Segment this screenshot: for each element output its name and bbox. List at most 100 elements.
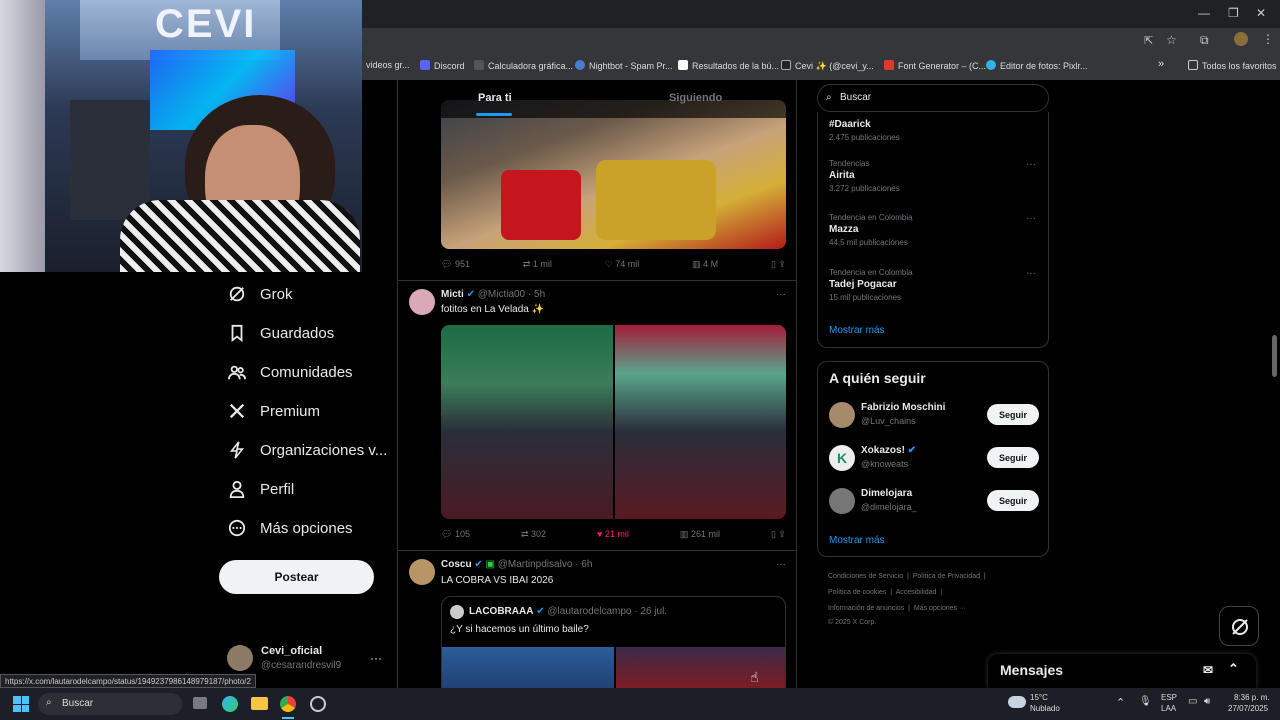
tweet[interactable]: Micti ✔ @Mictia00 · 5h ··· fotitos en La… bbox=[398, 280, 796, 550]
trend-item[interactable]: Tendencia en Colombia Mazza 44,5 mil publi… bbox=[829, 213, 913, 247]
nav-item-premium[interactable]: Premium bbox=[228, 402, 320, 420]
network-icon[interactable]: ▭ bbox=[1188, 696, 1197, 707]
chrome-icon[interactable] bbox=[280, 696, 296, 712]
follow-button[interactable]: Seguir bbox=[987, 447, 1039, 468]
weather-temp[interactable]: 15°C bbox=[1030, 693, 1048, 702]
photo-2[interactable] bbox=[615, 647, 785, 688]
tweet[interactable]: Coscu ✔ ▣ @Martinpdisalvo · 6h ··· LA CO… bbox=[398, 550, 796, 688]
clock-date[interactable]: 27/07/2025 bbox=[1228, 704, 1268, 713]
close-icon[interactable]: ✕ bbox=[1256, 6, 1266, 20]
nav-item-grok[interactable]: Grok bbox=[228, 285, 293, 303]
account-avatar[interactable] bbox=[227, 645, 253, 671]
windows-start-icon[interactable] bbox=[13, 696, 29, 712]
show-more-who[interactable]: Mostrar más bbox=[829, 535, 885, 546]
profile-avatar[interactable] bbox=[1234, 32, 1248, 46]
like-button[interactable]: ♡ 74 mil bbox=[605, 259, 640, 270]
tweet-more-icon[interactable]: ··· bbox=[776, 559, 786, 570]
star-icon[interactable]: ☆ bbox=[1166, 33, 1177, 47]
nav-item-mas-opciones[interactable]: Más opciones bbox=[228, 519, 353, 537]
search-input[interactable]: ⌕ Buscar bbox=[817, 84, 1049, 112]
weather-desc[interactable]: Nublado bbox=[1030, 704, 1060, 713]
bookmark-item[interactable]: Font Generator – (C... bbox=[884, 60, 986, 71]
tray-chevron-icon[interactable]: ⌃ bbox=[1116, 696, 1125, 709]
avatar[interactable] bbox=[829, 402, 855, 428]
show-more-trends[interactable]: Mostrar más bbox=[829, 325, 885, 336]
avatar[interactable] bbox=[450, 605, 464, 619]
trend-more-icon[interactable]: ··· bbox=[1026, 213, 1036, 224]
retweet-button[interactable]: ⇄ 302 bbox=[521, 529, 546, 540]
nav-item-perfil[interactable]: Perfil bbox=[228, 480, 294, 498]
trend-item[interactable]: Tendencias Airita 3.272 publicaciones bbox=[829, 159, 900, 193]
suggested-account[interactable]: K Xokazos! ✔ @knoweats Seguir bbox=[829, 445, 1039, 475]
edge-icon[interactable] bbox=[222, 696, 238, 712]
install-icon[interactable]: ⇱ bbox=[1144, 34, 1153, 47]
language-2[interactable]: LAA bbox=[1161, 704, 1176, 713]
clock-time[interactable]: 8:36 p. m. bbox=[1234, 693, 1270, 702]
tab-siguiendo[interactable]: Siguiendo bbox=[669, 92, 722, 104]
trend-item[interactable]: Tendencia en Colombia Tadej Pogacar 15 mil… bbox=[829, 268, 913, 302]
bookmark-tweet-icon[interactable]: ▯ ⇪ bbox=[771, 259, 786, 270]
volume-icon[interactable]: 🔊︎ bbox=[1204, 696, 1210, 707]
footer-link[interactable]: Condiciones de Servicio bbox=[828, 573, 903, 580]
trend-more-icon[interactable]: ··· bbox=[1026, 268, 1036, 279]
views-button[interactable]: ▥ 4 M bbox=[692, 259, 718, 270]
footer-link[interactable]: Más opciones ··· bbox=[914, 605, 966, 612]
microphone-icon[interactable]: 🎙︎ bbox=[1139, 696, 1152, 707]
bookmark-item[interactable]: Editor de fotos: Pixlr... bbox=[986, 60, 1088, 71]
obs-icon[interactable] bbox=[310, 696, 326, 712]
account-menu-icon[interactable]: ··· bbox=[370, 651, 382, 665]
nav-item-guardados[interactable]: Guardados bbox=[228, 324, 334, 342]
footer-link[interactable]: Política de Privacidad bbox=[913, 573, 980, 580]
k-logo-icon[interactable]: K bbox=[829, 445, 855, 471]
retweet-button[interactable]: ⇄ 1 mil bbox=[523, 259, 552, 270]
suggested-account[interactable]: Fabrizio Moschini @Luv_chains Seguir bbox=[829, 402, 1039, 432]
photo-2[interactable] bbox=[614, 325, 786, 519]
suggested-account[interactable]: Dimelojara @dimelojara_ Seguir bbox=[829, 488, 1039, 518]
avatar[interactable] bbox=[409, 559, 435, 585]
expand-icon[interactable]: ⌃ bbox=[1228, 661, 1239, 677]
language-1[interactable]: ESP bbox=[1161, 693, 1177, 702]
tweet-media-boxing[interactable] bbox=[441, 100, 786, 249]
all-bookmarks[interactable]: Todos los favoritos bbox=[1188, 60, 1277, 71]
menu-icon[interactable]: ⋮ bbox=[1262, 32, 1274, 46]
follow-button[interactable]: Seguir bbox=[987, 490, 1039, 511]
tweet-more-icon[interactable]: ··· bbox=[776, 289, 786, 300]
quote-media[interactable] bbox=[442, 647, 785, 688]
photo-1[interactable] bbox=[442, 647, 614, 688]
bookmark-item[interactable]: Cevi ✨ (@cevi_y... bbox=[781, 60, 874, 72]
nav-item-comunidades[interactable]: Comunidades bbox=[228, 363, 353, 381]
bookmark-item[interactable]: Nightbot - Spam Pr... bbox=[575, 60, 673, 71]
taskbar-search[interactable]: ⌕ Buscar bbox=[38, 693, 182, 715]
trend-item[interactable]: #Daarick 2.475 publicaciones bbox=[829, 117, 900, 142]
new-message-icon[interactable]: ✉ bbox=[1203, 663, 1213, 677]
messages-drawer[interactable]: Mensajes ✉ ⌃ bbox=[988, 654, 1256, 688]
post-button[interactable]: Postear bbox=[219, 560, 374, 594]
bookmark-tweet-icon[interactable]: ▯ ⇪ bbox=[771, 529, 786, 540]
avatar[interactable] bbox=[829, 488, 855, 514]
bookmark-item[interactable]: Discord bbox=[420, 60, 465, 71]
footer-link[interactable]: Política de cookies bbox=[828, 589, 886, 596]
nav-item-organizaciones[interactable]: Organizaciones v... bbox=[228, 441, 387, 459]
restore-icon[interactable]: ❐ bbox=[1228, 6, 1239, 20]
grok-floating-button[interactable] bbox=[1219, 606, 1259, 646]
account-name[interactable]: Cevi_oficial bbox=[261, 645, 322, 657]
bookmark-item[interactable]: videos gr... bbox=[366, 60, 410, 70]
trend-more-icon[interactable]: ··· bbox=[1026, 159, 1036, 170]
scrollbar-thumb[interactable] bbox=[1272, 335, 1277, 377]
photo-1[interactable] bbox=[441, 325, 613, 519]
like-button[interactable]: ♥ 21 mil bbox=[597, 529, 629, 540]
footer-link[interactable]: Información de anuncios bbox=[828, 605, 904, 612]
extensions-icon[interactable]: ⧉ bbox=[1200, 33, 1209, 48]
tweet-media[interactable] bbox=[441, 325, 786, 519]
more-bookmarks-icon[interactable]: » bbox=[1158, 58, 1164, 70]
task-view-icon[interactable] bbox=[193, 697, 207, 709]
follow-button[interactable]: Seguir bbox=[987, 404, 1039, 425]
tab-para-ti[interactable]: Para ti bbox=[478, 92, 512, 104]
reply-button[interactable]: 💬︎ 951 bbox=[441, 259, 470, 270]
reply-button[interactable]: 💬︎ 105 bbox=[441, 529, 470, 540]
avatar[interactable] bbox=[409, 289, 435, 315]
views-button[interactable]: ▥ 261 mil bbox=[680, 529, 720, 540]
bookmark-item[interactable]: Calculadora gráfica... bbox=[474, 60, 573, 71]
quoted-tweet[interactable]: LACOBRAAA ✔ @lautarodelcampo · 26 jul. ¿… bbox=[441, 596, 786, 688]
bookmark-item[interactable]: Resultados de la bú... bbox=[678, 60, 779, 71]
